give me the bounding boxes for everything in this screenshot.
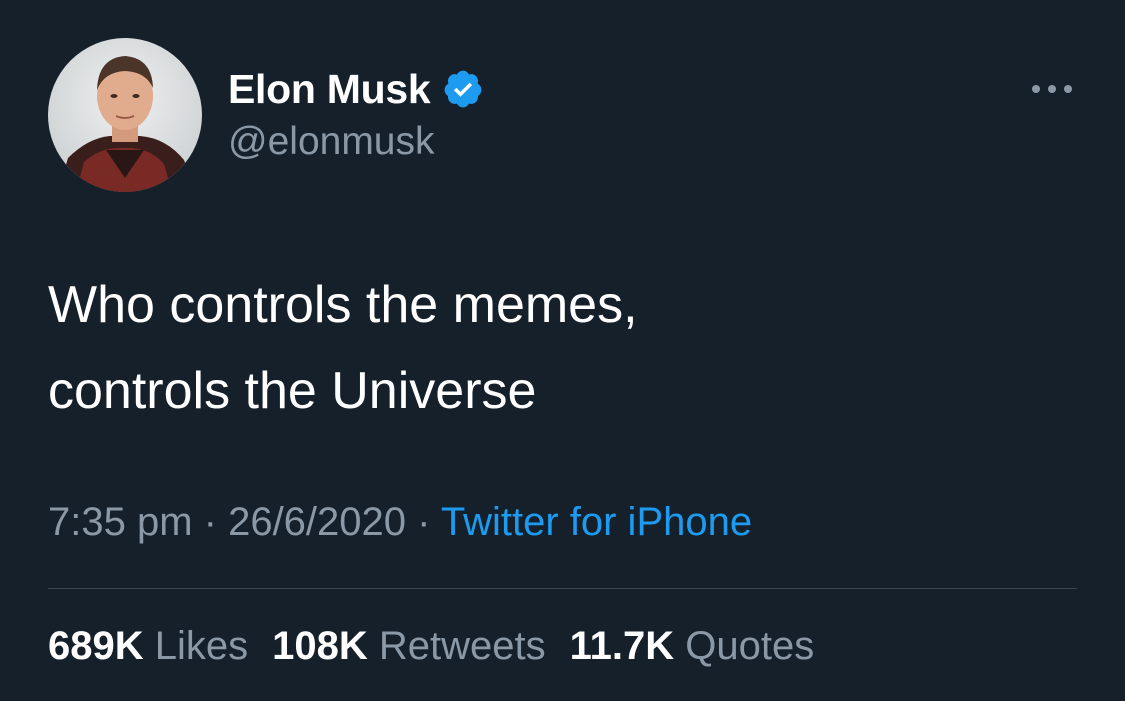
verified-badge-icon <box>442 68 484 110</box>
author-name-row: Elon Musk <box>228 64 484 114</box>
tweet-text: Who controls the memes, controls the Uni… <box>48 276 638 420</box>
divider <box>48 588 1077 589</box>
tweet-source-link[interactable]: Twitter for iPhone <box>441 500 752 544</box>
quotes-label: Quotes <box>685 624 815 668</box>
avatar-image <box>48 38 202 192</box>
retweets-count: 108K <box>272 624 368 668</box>
likes-label: Likes <box>154 624 249 668</box>
meta-separator: · <box>406 500 441 544</box>
quotes-stat[interactable]: 11.7K Quotes <box>570 624 815 669</box>
tweet-stats: 689K Likes 108K Retweets 11.7K Quotes <box>48 624 838 669</box>
avatar[interactable] <box>48 38 202 192</box>
tweet-date[interactable]: 26/6/2020 <box>228 500 406 544</box>
retweets-stat[interactable]: 108K Retweets <box>272 624 546 669</box>
author-display-name[interactable]: Elon Musk <box>228 66 431 113</box>
quotes-count: 11.7K <box>569 624 675 668</box>
author-handle[interactable]: @elonmusk <box>228 120 435 164</box>
tweet-card: Elon Musk @elonmusk Who controls the mem… <box>0 0 1125 701</box>
tweet-time[interactable]: 7:35 pm <box>48 500 193 544</box>
likes-count: 689K <box>48 624 144 668</box>
meta-separator: · <box>192 500 229 544</box>
more-options-icon[interactable] <box>1028 78 1076 100</box>
retweets-label: Retweets <box>378 624 546 668</box>
tweet-meta: 7:35 pm · 26/6/2020 · Twitter for iPhone <box>48 500 752 545</box>
likes-stat[interactable]: 689K Likes <box>48 624 248 669</box>
